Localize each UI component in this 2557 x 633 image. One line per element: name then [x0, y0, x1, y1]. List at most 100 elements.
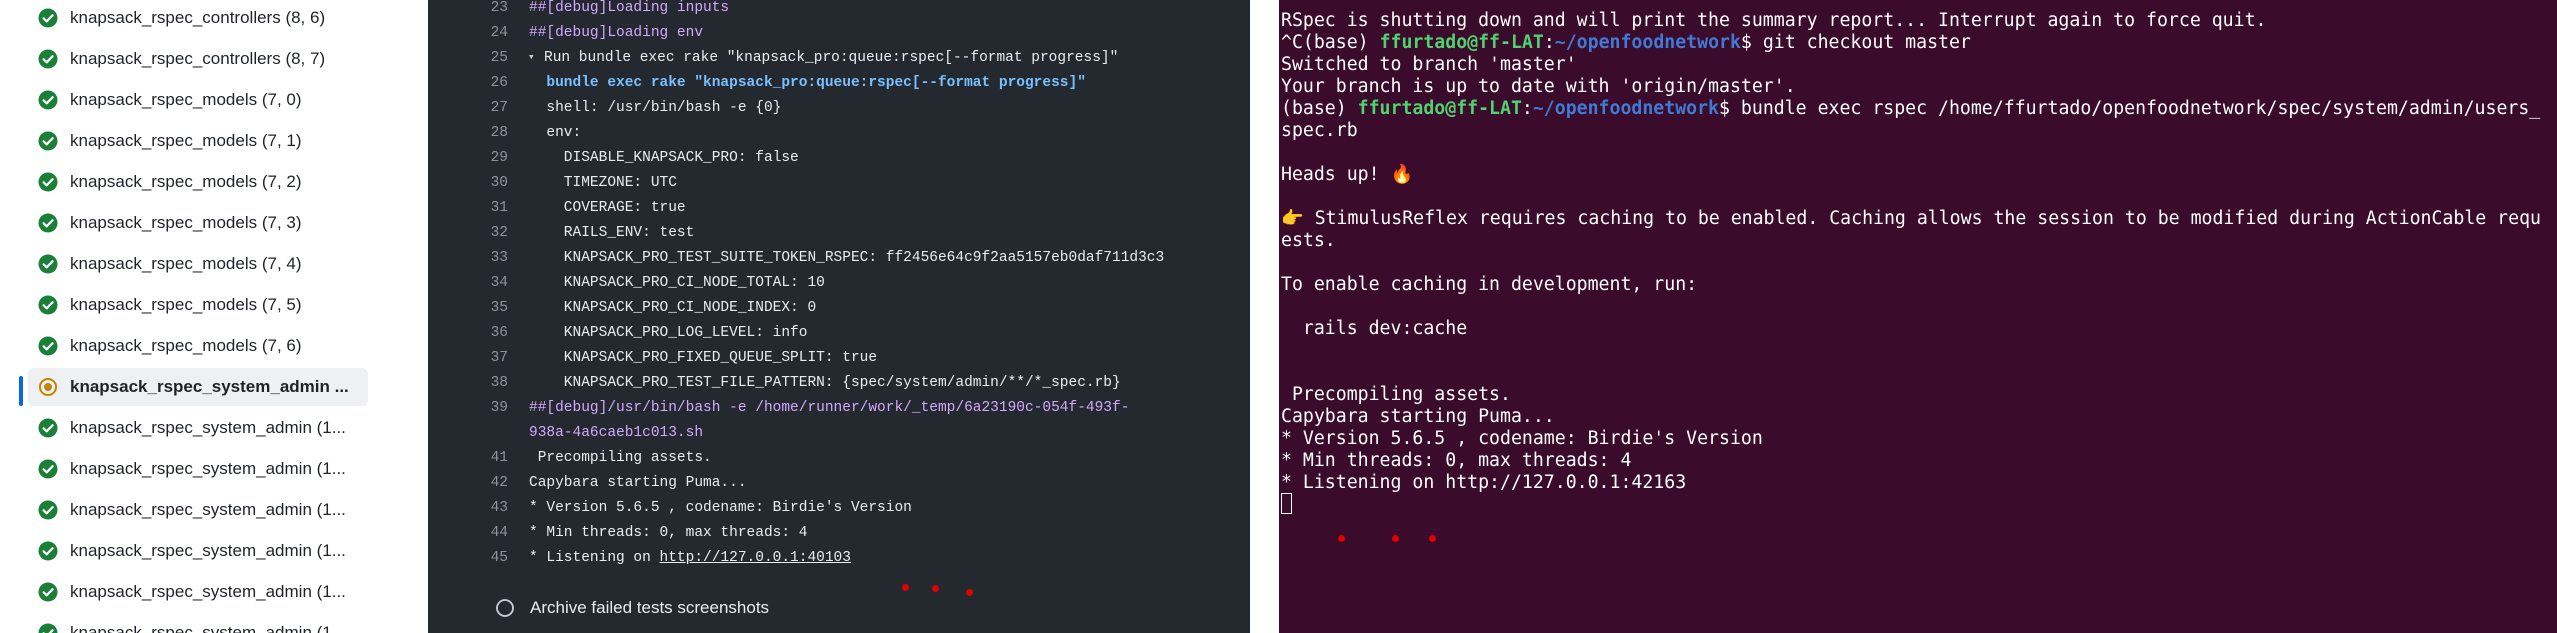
log-text-content: env:	[529, 125, 582, 141]
log-line: 26 bundle exec rake "knapsack_pro:queue:…	[428, 71, 1250, 95]
job-log-panel: Archive failed tests screenshots 23 ##[de…	[428, 0, 1250, 633]
prompt-separator: :	[1543, 32, 1555, 53]
log-line: 41 Precompiling assets.	[428, 446, 1250, 470]
line-number: 37	[490, 350, 508, 366]
line-number: 39	[490, 400, 508, 416]
check-circle-icon	[38, 623, 58, 633]
collapse-caret-icon[interactable]: ▾	[528, 46, 541, 70]
line-number: 33	[490, 250, 508, 266]
job-item[interactable]: knapsack_rspec_controllers (8, 7)	[28, 40, 368, 78]
line-number: 25	[490, 50, 508, 66]
log-line: 37 KNAPSACK_PRO_FIXED_QUEUE_SPLIT: true	[428, 346, 1250, 370]
check-circle-icon	[38, 500, 58, 520]
terminal-line: * Version 5.6.5 , codename: Birdie's Ver…	[1281, 428, 1763, 449]
log-text: KNAPSACK_PRO_CI_NODE_INDEX: 0	[529, 296, 816, 320]
prompt-prefix: (base)	[1281, 98, 1358, 119]
terminal-line: To enable caching in development, run:	[1281, 274, 1698, 295]
line-number: 35	[490, 300, 508, 316]
job-item[interactable]: knapsack_rspec_system_admin ...	[28, 368, 368, 406]
check-circle-icon	[38, 418, 58, 438]
terminal-line: RSpec is shutting down and will print th…	[1281, 10, 2267, 31]
line-number: 27	[490, 100, 508, 116]
log-line: 39 ##[debug]/usr/bin/bash -e /home/runner…	[428, 396, 1250, 420]
line-number: 38	[490, 375, 508, 391]
annotation-dot	[902, 584, 909, 591]
line-number: 45	[490, 550, 508, 566]
job-item[interactable]: knapsack_rspec_system_admin (1...	[28, 614, 368, 633]
log-line: 31 COVERAGE: true	[428, 196, 1250, 220]
prompt-command: $ git checkout master	[1740, 32, 1971, 53]
job-label: knapsack_rspec_system_admin (1...	[70, 623, 346, 633]
log-line: 938a-4a6caeb1c013.sh	[428, 421, 1250, 445]
log-line: 34 KNAPSACK_PRO_CI_NODE_TOTAL: 10	[428, 271, 1250, 295]
job-item[interactable]: knapsack_rspec_models (7, 5)	[28, 286, 368, 324]
terminal-window[interactable]: RSpec is shutting down and will print th…	[1279, 0, 2557, 633]
log-line: 23 ##[debug]Loading inputs	[428, 0, 1250, 20]
annotation-dot	[1429, 535, 1436, 542]
line-number: 26	[490, 75, 508, 91]
active-job-marker	[19, 376, 23, 406]
log-line: 30 TIMEZONE: UTC	[428, 171, 1250, 195]
job-item[interactable]: knapsack_rspec_models (7, 1)	[28, 122, 368, 160]
terminal-line: * Min threads: 0, max threads: 4	[1281, 450, 1632, 471]
check-circle-icon	[38, 8, 58, 28]
job-item[interactable]: knapsack_rspec_models (7, 3)	[28, 204, 368, 242]
job-item[interactable]: knapsack_rspec_system_admin (1...	[28, 409, 368, 447]
log-text: KNAPSACK_PRO_TEST_FILE_PATTERN: {spec/sy…	[529, 371, 1121, 395]
job-item[interactable]: knapsack_rspec_system_admin (1...	[28, 532, 368, 570]
log-line: 35 KNAPSACK_PRO_CI_NODE_INDEX: 0	[428, 296, 1250, 320]
log-text-content: * Min threads: 0, max threads: 4	[529, 525, 808, 541]
prompt-path: ~/openfoodnetwork	[1532, 98, 1720, 119]
job-item[interactable]: knapsack_rspec_system_admin (1...	[28, 491, 368, 529]
log-text: KNAPSACK_PRO_CI_NODE_TOTAL: 10	[529, 271, 825, 295]
terminal-line: Capybara starting Puma...	[1281, 406, 1555, 427]
log-line: 36 KNAPSACK_PRO_LOG_LEVEL: info	[428, 321, 1250, 345]
job-label: knapsack_rspec_system_admin (1...	[70, 418, 346, 437]
log-link[interactable]: http://127.0.0.1:40103	[660, 550, 851, 566]
terminal-cursor	[1281, 493, 1292, 514]
job-item[interactable]: knapsack_rspec_system_admin (1...	[28, 573, 368, 611]
log-text-content: bundle exec rake "knapsack_pro:queue:rsp…	[529, 75, 1086, 91]
log-text: * Min threads: 0, max threads: 4	[529, 521, 807, 545]
job-item[interactable]: knapsack_rspec_models (7, 6)	[28, 327, 368, 365]
log-text-content: ##[debug]/usr/bin/bash -e /home/runner/w…	[529, 400, 1130, 416]
terminal-line: (base) ffurtado@ff-LAT:~/openfoodnetwork…	[1281, 98, 2540, 120]
archive-step-label: Archive failed tests screenshots	[530, 598, 770, 617]
line-number: 44	[490, 525, 508, 541]
job-label: knapsack_rspec_models (7, 4)	[70, 254, 302, 273]
annotation-dot	[966, 589, 973, 596]
line-number: 42	[490, 475, 508, 491]
annotation-dot	[1338, 535, 1345, 542]
annotation-dot	[932, 585, 939, 592]
log-line: 29 DISABLE_KNAPSACK_PRO: false	[428, 146, 1250, 170]
log-text: KNAPSACK_PRO_LOG_LEVEL: info	[529, 321, 808, 345]
job-label: knapsack_rspec_controllers (8, 7)	[70, 49, 326, 68]
job-label: knapsack_rspec_models (7, 3)	[70, 213, 302, 232]
log-line: 25 ▾ Run bundle exec rake "knapsack_pro:q…	[428, 46, 1250, 70]
terminal-line: ests.	[1281, 230, 1336, 251]
log-text-content: RAILS_ENV: test	[529, 225, 695, 241]
job-label: knapsack_rspec_system_admin (1...	[70, 582, 346, 601]
line-number: 23	[490, 0, 508, 16]
log-text: KNAPSACK_PRO_TEST_SUITE_TOKEN_RSPEC: ff2…	[529, 246, 1164, 270]
job-label: knapsack_rspec_system_admin (1...	[70, 500, 346, 519]
prompt-path: ~/openfoodnetwork	[1554, 32, 1741, 53]
terminal-line: Heads up! 🔥	[1281, 164, 1414, 185]
log-line: 33 KNAPSACK_PRO_TEST_SUITE_TOKEN_RSPEC: …	[428, 246, 1250, 270]
log-line: 45 * Listening on http://127.0.0.1:40103	[428, 546, 1250, 570]
job-item[interactable]: knapsack_rspec_system_admin (1...	[28, 450, 368, 488]
line-number: 36	[490, 325, 508, 341]
check-circle-icon	[38, 295, 58, 315]
check-circle-icon	[38, 90, 58, 110]
log-text-content: KNAPSACK_PRO_FIXED_QUEUE_SPLIT: true	[529, 350, 878, 366]
log-line: 44 * Min threads: 0, max threads: 4	[428, 521, 1250, 545]
archive-step[interactable]: Archive failed tests screenshots	[428, 594, 1250, 622]
job-item[interactable]: knapsack_rspec_models (7, 4)	[28, 245, 368, 283]
job-item[interactable]: knapsack_rspec_controllers (8, 6)	[28, 0, 368, 37]
check-circle-icon	[38, 131, 58, 151]
job-label: knapsack_rspec_models (7, 5)	[70, 295, 302, 314]
log-text-content: ##[debug]Loading inputs	[529, 0, 730, 16]
job-item[interactable]: knapsack_rspec_models (7, 0)	[28, 81, 368, 119]
job-item[interactable]: knapsack_rspec_models (7, 2)	[28, 163, 368, 201]
log-line: 24 ##[debug]Loading env	[428, 21, 1250, 45]
